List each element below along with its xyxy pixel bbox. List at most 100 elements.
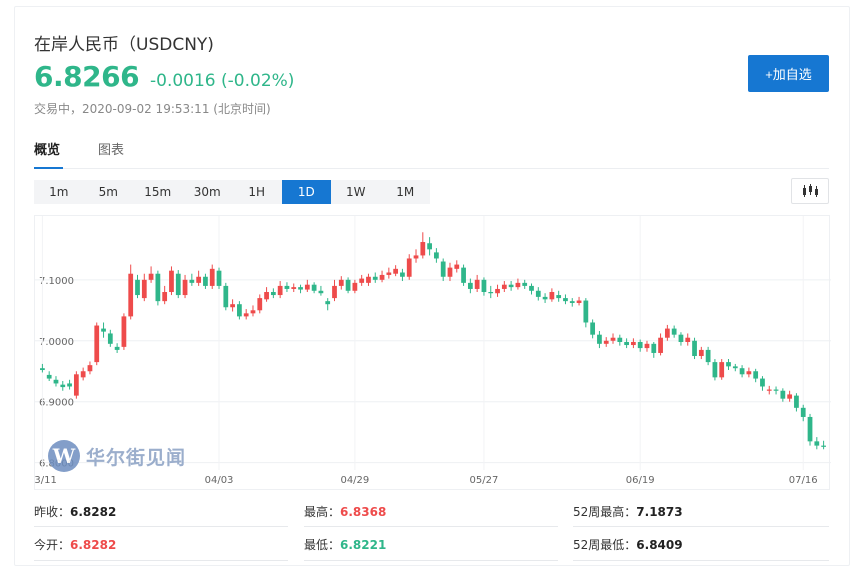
period-5m[interactable]: 5m — [84, 180, 134, 204]
candle-body — [345, 279, 351, 291]
stat-label: 昨收： — [34, 505, 71, 519]
candle-body — [216, 270, 222, 286]
candle-body — [141, 279, 147, 299]
candle-body — [766, 389, 772, 391]
candle-body — [807, 416, 813, 442]
y-tick-label: 6.9000 — [39, 398, 74, 409]
wallstreetcn-logo-icon: W — [48, 440, 80, 472]
stat-52w-high: 52周最高：7.1873 — [573, 503, 683, 520]
trading-status: 交易中，2020-09-02 19:53:11 (北京时间) — [34, 102, 271, 116]
candle-body — [624, 341, 629, 346]
x-tick-label: 06/19 — [626, 475, 655, 486]
candle-body — [529, 285, 534, 291]
candle-body — [488, 292, 494, 294]
x-tick-label: 04/29 — [340, 475, 369, 486]
candle-body — [821, 445, 826, 447]
candle-body — [304, 284, 310, 290]
candle-body — [664, 328, 670, 338]
candle-body — [535, 290, 541, 297]
candle-body — [372, 276, 378, 280]
x-tick-label: 07/16 — [789, 475, 818, 486]
candle-body — [712, 362, 718, 378]
candle-body — [264, 292, 269, 300]
candle-body — [359, 278, 365, 283]
period-1w[interactable]: 1W — [331, 180, 381, 204]
candle-body — [631, 341, 636, 346]
stat-value: 6.8409 — [636, 538, 683, 552]
candle-body — [60, 384, 66, 388]
divider — [34, 560, 288, 561]
candle-body — [597, 334, 602, 344]
candle-body — [209, 268, 215, 286]
candle-body — [692, 340, 697, 357]
candle-body — [698, 349, 704, 357]
candle-body — [400, 272, 405, 277]
candle-body — [753, 371, 759, 379]
candle-body — [270, 292, 276, 296]
candle-body — [794, 395, 799, 408]
candle-body — [338, 279, 344, 286]
candle-body — [773, 389, 779, 391]
candle-body — [732, 366, 738, 369]
stat-value: 6.8221 — [340, 538, 387, 552]
candle-body — [719, 362, 725, 378]
candle-body — [318, 290, 324, 294]
candle-body — [148, 273, 154, 280]
candle-body — [291, 287, 297, 289]
candle-body — [746, 371, 752, 375]
candle-body — [189, 279, 195, 283]
candle-body — [481, 279, 487, 293]
candle-body — [427, 243, 432, 250]
candle-body — [617, 337, 623, 342]
candle-body — [651, 343, 657, 353]
watermark-text: 华尔街见闻 — [86, 446, 187, 469]
period-30m[interactable]: 30m — [183, 180, 233, 204]
tab-chart[interactable]: 图表 — [98, 139, 124, 169]
candle-body — [800, 407, 806, 417]
candle-body — [583, 300, 589, 323]
x-tick-label: 05/27 — [470, 475, 499, 486]
stats-row: 昨收：6.8282 最高：6.8368 52周最高：7.1873 — [34, 494, 829, 526]
period-1m[interactable]: 1m — [34, 180, 84, 204]
stat-label: 最高： — [304, 505, 341, 519]
candle-body — [685, 337, 691, 342]
period-1d[interactable]: 1D — [281, 180, 331, 204]
add-to-watchlist-button[interactable]: +加自选 — [748, 55, 829, 92]
x-tick-label: 03/11 — [35, 475, 57, 486]
stat-prev-close: 昨收：6.8282 — [34, 503, 116, 520]
candle-body — [121, 316, 127, 347]
candle-body — [230, 304, 235, 308]
candle-body — [461, 267, 466, 283]
candle-body — [556, 295, 562, 299]
period-15m[interactable]: 15m — [133, 180, 183, 204]
candle-body — [739, 368, 745, 375]
stat-value: 6.8368 — [340, 505, 387, 519]
candle-body — [284, 285, 290, 289]
candle-body — [474, 279, 480, 289]
candle-body — [549, 292, 555, 300]
candle-body — [379, 274, 385, 280]
candle-body — [440, 261, 446, 277]
candle-body — [250, 310, 256, 314]
period-1h[interactable]: 1H — [232, 180, 282, 204]
stat-label: 今开： — [34, 538, 71, 552]
candle-body — [169, 270, 174, 293]
period-1mo[interactable]: 1M — [381, 180, 431, 204]
stat-value: 7.1873 — [636, 505, 683, 519]
y-tick-label: 7.1000 — [39, 276, 74, 287]
candle-body — [760, 378, 765, 387]
candle-body — [386, 272, 392, 275]
stat-value: 6.8282 — [70, 505, 117, 519]
candle-body — [332, 285, 337, 299]
candle-body — [420, 242, 426, 256]
stat-label: 52周最高： — [573, 505, 637, 519]
candle-body — [787, 394, 793, 399]
candle-body — [434, 252, 439, 259]
candle-body — [814, 441, 820, 446]
chart-type-button[interactable] — [791, 178, 829, 204]
candle-body — [637, 341, 643, 349]
tab-overview[interactable]: 概览 — [34, 139, 63, 169]
stat-value: 6.8282 — [70, 538, 117, 552]
price-change: -0.0016 (-0.02%) — [150, 71, 295, 91]
stat-high: 最高：6.8368 — [304, 503, 386, 520]
